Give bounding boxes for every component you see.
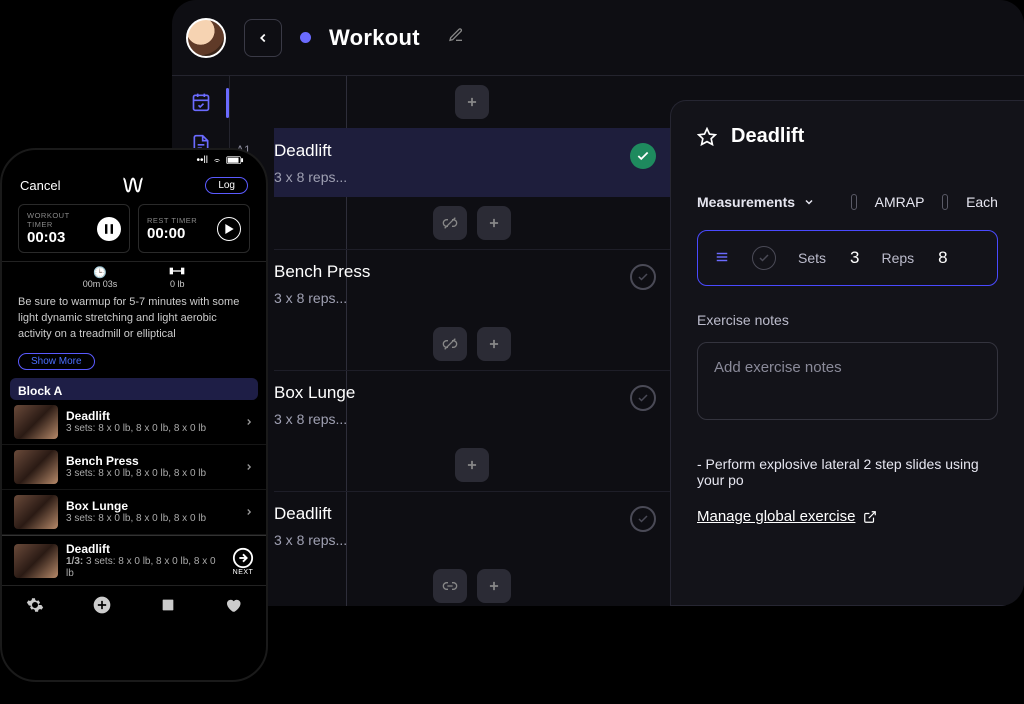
sets-value[interactable]: 3 (850, 248, 859, 268)
add-exercise-button[interactable] (455, 85, 489, 119)
mobile-exercise-row[interactable]: Box Lunge3 sets: 8 x 0 lb, 8 x 0 lb, 8 x… (2, 490, 266, 535)
bottom-tab-bar (2, 585, 266, 625)
manage-global-exercise-link[interactable]: Manage global exercise (697, 508, 998, 525)
plus-icon (465, 458, 479, 472)
add-exercise-button[interactable] (477, 206, 511, 240)
add-exercise-button[interactable] (477, 569, 511, 603)
clock-icon: 🕒 (83, 266, 118, 279)
exercise-list: A1 Deadlift 3 x 8 reps... A2 Bench Press… (230, 76, 670, 606)
rest-timer: REST TIMER00:00 (138, 204, 250, 253)
check-icon (630, 264, 656, 290)
log-button[interactable]: Log (205, 177, 248, 194)
detail-title: Deadlift (731, 125, 804, 148)
exercise-notes-input[interactable]: Add exercise notes (697, 342, 998, 420)
cancel-button[interactable]: Cancel (20, 178, 60, 193)
block-header: Block A (10, 378, 258, 400)
mobile-exercise-row[interactable]: Deadlift3 sets: 8 x 0 lb, 8 x 0 lb, 8 x … (2, 400, 266, 445)
next-button[interactable]: NEXT (232, 547, 254, 576)
plus-icon (487, 216, 501, 230)
topbar: Workout (172, 0, 1024, 76)
workout-timer: WORKOUT TIMER00:03 (18, 204, 130, 253)
set-row[interactable]: Sets3 Reps8 (697, 230, 998, 286)
back-button[interactable] (244, 19, 282, 57)
now-playing-bar[interactable]: Deadlift 1/3: 3 sets: 8 x 0 lb, 8 x 0 lb… (2, 535, 266, 585)
link-icon (442, 578, 458, 594)
plus-icon (487, 579, 501, 593)
exercise-detail-panel: Deadlift Measurements AMRAP Each Sets3 R… (670, 100, 1024, 606)
status-bar: ••ll (2, 150, 266, 170)
unlink-icon (442, 215, 458, 231)
plus-icon (487, 337, 501, 351)
pause-button[interactable] (97, 217, 121, 241)
each-side-checkbox[interactable] (942, 194, 948, 210)
exercise-thumb (14, 544, 58, 578)
pencil-icon (448, 27, 464, 43)
set-complete-toggle[interactable] (752, 246, 776, 270)
check-icon (630, 143, 656, 169)
exercise-thumb (14, 405, 58, 439)
unlink-button[interactable] (433, 206, 467, 240)
reps-value[interactable]: 8 (938, 248, 947, 268)
next-icon (232, 547, 254, 569)
unlink-icon (442, 336, 458, 352)
external-link-icon (863, 510, 877, 524)
play-icon (225, 224, 234, 234)
exercise-thumb (14, 450, 58, 484)
check-icon (630, 385, 656, 411)
link-button[interactable] (433, 569, 467, 603)
instruction-text: - Perform explosive lateral 2 step slide… (697, 456, 998, 488)
add-circle-icon[interactable] (92, 595, 112, 615)
add-exercise-button[interactable] (455, 448, 489, 482)
calendar-check-icon[interactable] (191, 92, 211, 112)
show-more-button[interactable]: Show More (18, 353, 95, 370)
mobile-exercise-row[interactable]: Bench Press3 sets: 8 x 0 lb, 8 x 0 lb, 8… (2, 445, 266, 490)
gear-icon[interactable] (26, 596, 44, 614)
record-indicator (300, 32, 311, 43)
chevron-right-icon (244, 505, 254, 519)
wifi-icon (211, 156, 223, 165)
exercise-thumb (14, 495, 58, 529)
dumbbell-icon (169, 266, 185, 279)
amrap-checkbox[interactable] (851, 194, 857, 210)
chevron-down-icon (803, 196, 815, 208)
chevron-right-icon (244, 460, 254, 474)
star-icon[interactable] (697, 127, 717, 147)
workout-stats: 🕒00m 03s 0 lb (2, 262, 266, 295)
warmup-note: Be sure to warmup for 5-7 minutes with s… (2, 295, 266, 343)
check-icon (630, 506, 656, 532)
chevron-left-icon (256, 31, 270, 45)
notes-label: Exercise notes (697, 312, 998, 328)
plus-icon (465, 95, 479, 109)
app-logo (121, 176, 145, 194)
page-title: Workout (329, 25, 420, 51)
exercise-row[interactable]: A1 Deadlift 3 x 8 reps... (274, 128, 670, 197)
battery-icon (226, 156, 244, 165)
unlink-button[interactable] (433, 327, 467, 361)
exercise-row[interactable]: A2 Bench Press 3 x 8 reps... (274, 249, 670, 318)
workout-editor-panel: Workout A1 Deadlift 3 x 8 reps... A2 Ben… (172, 0, 1024, 606)
play-button[interactable] (217, 217, 241, 241)
add-exercise-button[interactable] (477, 327, 511, 361)
avatar[interactable] (186, 18, 226, 58)
chevron-right-icon (244, 415, 254, 429)
drag-handle-icon[interactable] (714, 250, 730, 267)
note-icon[interactable] (160, 597, 176, 613)
pause-icon (105, 224, 113, 234)
edit-title-button[interactable] (448, 27, 464, 48)
mobile-workout-screen: ••ll Cancel Log WORKOUT TIMER00:03 REST … (0, 148, 268, 682)
heart-icon[interactable] (224, 596, 242, 614)
exercise-row[interactable]: A3 Box Lunge 3 x 8 reps... (274, 370, 670, 439)
measurements-dropdown[interactable]: Measurements (697, 194, 815, 210)
exercise-row[interactable]: B Deadlift 3 x 8 reps... (274, 491, 670, 560)
